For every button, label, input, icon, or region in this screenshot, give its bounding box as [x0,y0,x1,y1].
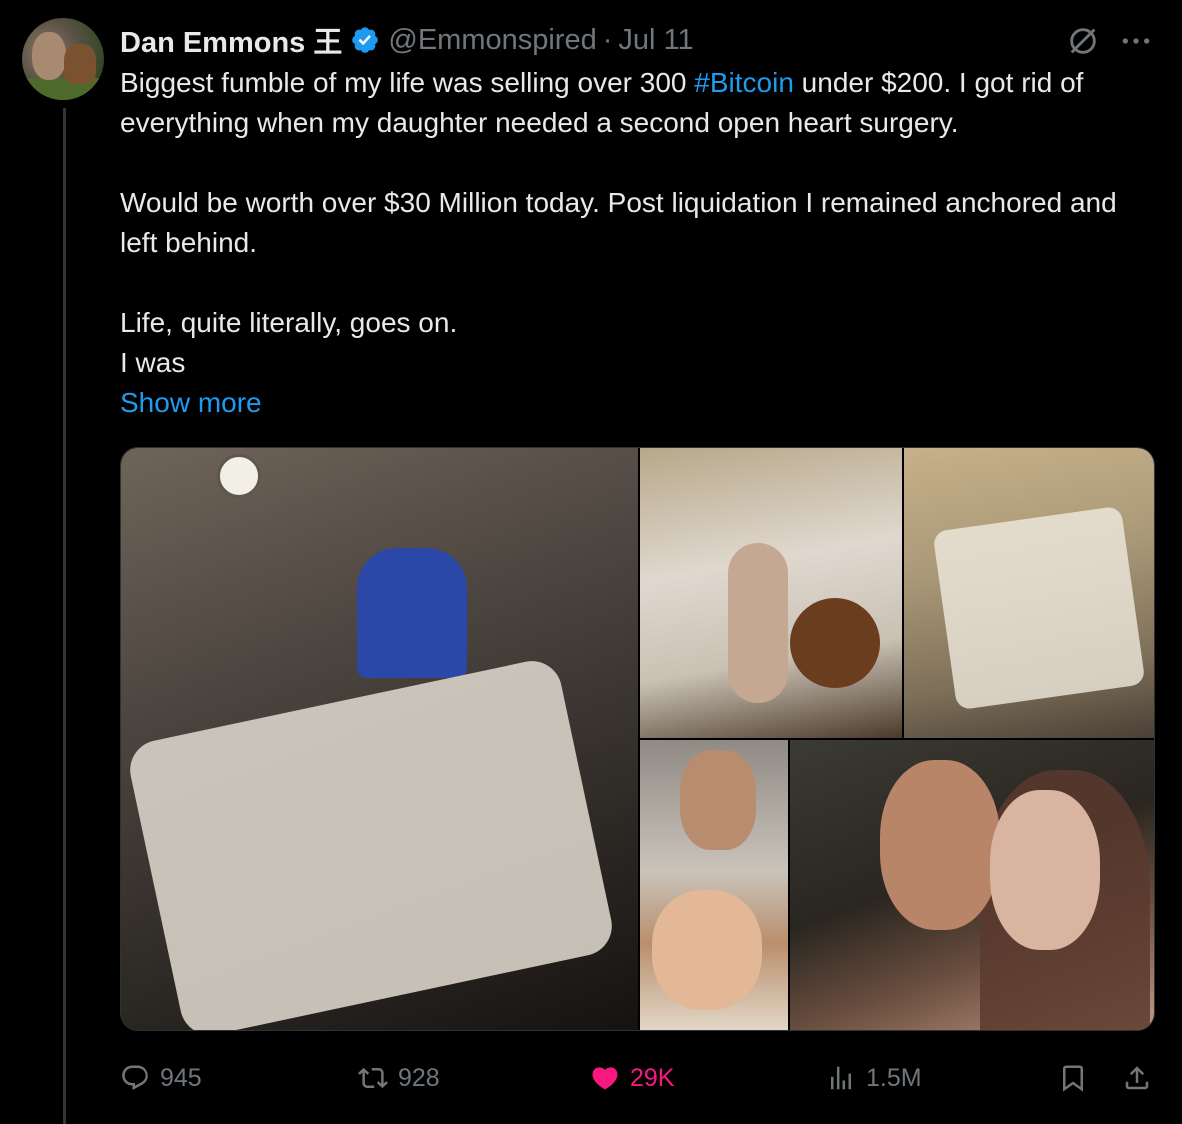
bookmark-icon [1063,1065,1083,1092]
action-bar: 945 928 29K 1.5M [120,1056,1160,1100]
tweet-paragraph-2: Would be worth over $30 Million today. P… [120,187,1117,258]
hashtag-link[interactable]: #Bitcoin [694,67,794,98]
tweet-paragraph-1: Biggest fumble of my life was selling ov… [120,67,1084,138]
separator: · [602,23,613,56]
photo-father-and-child[interactable] [640,740,788,1030]
photo-child-in-hospital-bed[interactable] [640,448,902,738]
tweet-text: Biggest fumble of my life was selling ov… [120,63,1150,383]
photo-hospital-bed-wide[interactable] [904,448,1154,738]
media-grid [120,447,1155,1031]
retweet-icon [358,1067,388,1089]
like-count: 29K [630,1063,675,1092]
views-button[interactable]: 1.5M [826,1056,922,1100]
retweet-button[interactable]: 928 [358,1056,440,1100]
tweet-header: Dan Emmons 王 @Emmonspired · Jul 11 [120,20,694,60]
handle[interactable]: @Emmonspired [388,24,596,57]
thread-line [63,108,66,1124]
photo-hospital-room-nurse[interactable] [121,448,638,1030]
tweet-paragraph-3-line-2: I was [120,347,186,378]
photo-father-and-daughter-hug[interactable] [790,740,1154,1030]
like-button[interactable]: 29K [590,1056,674,1100]
reply-button[interactable]: 945 [120,1056,202,1100]
bookmark-button[interactable] [1058,1056,1088,1100]
tweet-paragraph-3-line-1: Life, quite literally, goes on. [120,307,458,338]
share-button[interactable] [1122,1056,1152,1100]
reply-count: 945 [160,1063,202,1092]
more-icon[interactable] [1116,24,1156,58]
grok-icon[interactable] [1066,24,1100,58]
heart-icon [592,1067,618,1090]
tweet-date[interactable]: Jul 11 [618,24,693,57]
show-more-link[interactable]: Show more [120,383,262,423]
display-name[interactable]: Dan Emmons 王 [120,19,342,61]
views-count: 1.5M [866,1063,922,1092]
verified-badge-icon [352,27,379,53]
share-icon [1125,1066,1149,1090]
reply-icon [122,1065,148,1091]
views-icon [831,1066,851,1090]
retweet-count: 928 [398,1063,440,1092]
avatar[interactable] [22,18,104,100]
